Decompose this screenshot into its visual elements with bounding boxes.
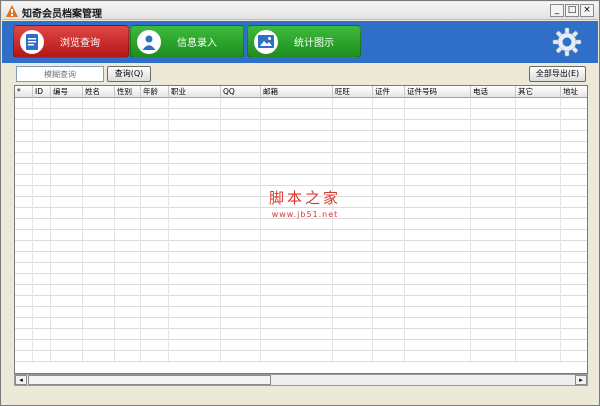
export-all-button[interactable]: 全部导出(E) xyxy=(529,66,586,82)
fuzzy-search-input[interactable] xyxy=(16,66,104,82)
column-header[interactable]: QQ xyxy=(221,86,261,98)
column-divider xyxy=(470,98,471,363)
column-header[interactable]: 其它 xyxy=(516,86,561,98)
column-divider xyxy=(220,98,221,363)
gear-icon[interactable] xyxy=(552,27,582,57)
column-divider xyxy=(260,98,261,363)
table-header: * ID 编号 姓名 性别 年龄 职业 QQ 邮箱 旺旺 证件 证件号码 电话 … xyxy=(15,86,587,98)
column-header[interactable]: 邮箱 xyxy=(261,86,333,98)
window-title: 知奇会员档案管理 xyxy=(22,9,102,20)
browse-query-label: 浏览查询 xyxy=(60,38,100,49)
column-header[interactable]: 编号 xyxy=(51,86,83,98)
minimize-button[interactable]: _ xyxy=(550,4,564,17)
column-divider xyxy=(114,98,115,363)
column-divider xyxy=(372,98,373,363)
member-table[interactable]: * ID 编号 姓名 性别 年龄 职业 QQ 邮箱 旺旺 证件 证件号码 电话 … xyxy=(14,85,588,374)
scroll-right-icon[interactable]: ▸ xyxy=(575,375,587,385)
query-button[interactable]: 查询(Q) xyxy=(107,66,151,82)
column-header[interactable]: 职业 xyxy=(169,86,221,98)
search-bar: 查询(Q) 全部导出(E) xyxy=(2,63,598,85)
maximize-button[interactable]: □ xyxy=(565,4,579,17)
column-header[interactable]: 姓名 xyxy=(83,86,115,98)
scroll-thumb[interactable] xyxy=(28,375,271,385)
image-icon xyxy=(254,29,278,54)
info-entry-label: 信息录入 xyxy=(177,38,217,49)
column-divider xyxy=(404,98,405,363)
close-button[interactable]: × xyxy=(580,4,594,17)
column-divider xyxy=(560,98,561,363)
watermark-url: www.jb51.net xyxy=(271,210,339,219)
column-header[interactable]: 地址 xyxy=(561,86,587,98)
main-toolbar: 浏览查询 信息录入 统计图示 xyxy=(2,21,598,63)
info-entry-button[interactable]: 信息录入 xyxy=(130,25,244,58)
column-divider xyxy=(168,98,169,363)
title-bar: 知奇会员档案管理 _ □ × xyxy=(2,2,598,20)
column-divider xyxy=(515,98,516,363)
app-logo-icon xyxy=(6,5,18,17)
watermark: 脚本之家 www.jb51.net xyxy=(269,187,341,219)
statistics-chart-label: 统计图示 xyxy=(294,38,334,49)
column-header[interactable]: 年龄 xyxy=(141,86,169,98)
browse-query-button[interactable]: 浏览查询 xyxy=(13,25,129,58)
user-icon xyxy=(137,29,161,54)
column-divider xyxy=(82,98,83,363)
column-header[interactable]: 旺旺 xyxy=(333,86,373,98)
watermark-title: 脚本之家 xyxy=(269,189,342,207)
column-header[interactable]: 电话 xyxy=(471,86,516,98)
horizontal-scrollbar[interactable]: ◂ ▸ xyxy=(14,374,588,386)
column-divider xyxy=(50,98,51,363)
document-icon xyxy=(20,29,44,54)
table-body[interactable] xyxy=(15,98,587,363)
app-window: 知奇会员档案管理 _ □ × 浏览查询 信息录入 统计图示 模糊查询 查询(Q)… xyxy=(0,0,600,406)
column-header[interactable]: * xyxy=(15,86,33,98)
scroll-left-icon[interactable]: ◂ xyxy=(15,375,27,385)
window-controls: _ □ × xyxy=(550,4,594,17)
statistics-chart-button[interactable]: 统计图示 xyxy=(247,25,361,58)
column-header[interactable]: ID xyxy=(33,86,51,98)
column-header[interactable]: 证件 xyxy=(373,86,405,98)
column-divider xyxy=(140,98,141,363)
column-divider xyxy=(332,98,333,363)
column-header[interactable]: 性别 xyxy=(115,86,141,98)
column-header[interactable]: 证件号码 xyxy=(405,86,471,98)
